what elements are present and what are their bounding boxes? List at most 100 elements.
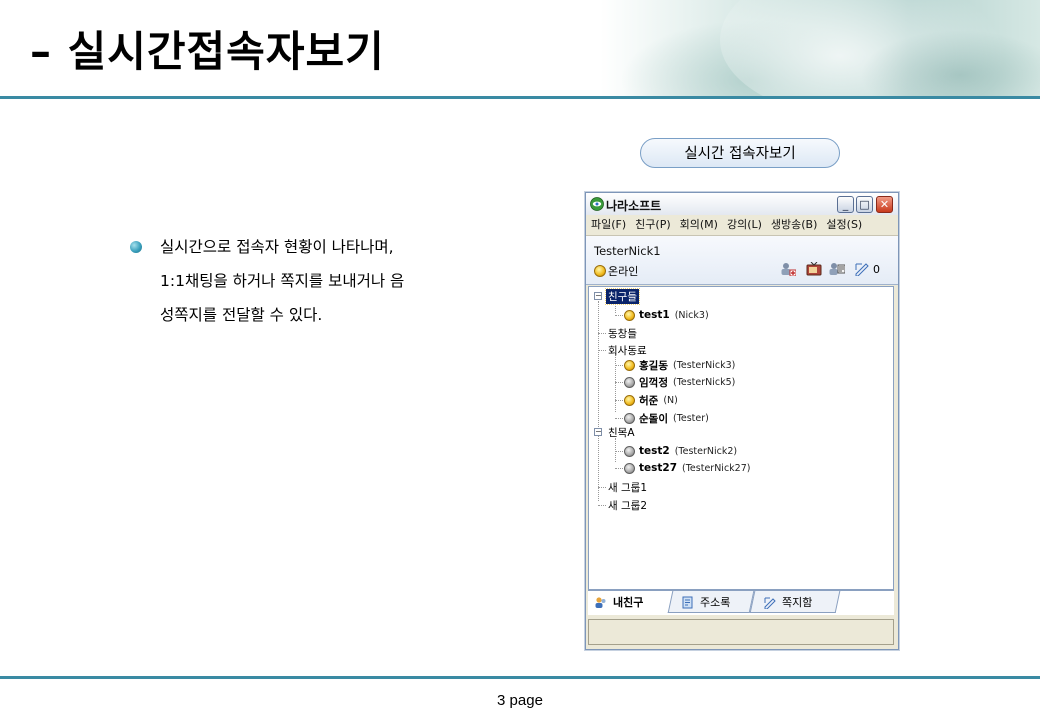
tree-line [615,304,616,313]
group-expander[interactable]: − [594,292,602,300]
friend-nick: (Nick3) [674,309,709,321]
memo-icon[interactable] [854,262,870,276]
menu-broadcast[interactable]: 생방송(B) [766,215,822,235]
minimize-icon: _ [842,198,849,211]
group-new-2[interactable]: 새 그룹2 [608,498,647,512]
group-label: 친구들 [605,287,640,305]
maximize-icon: □ [859,198,870,211]
friend-item[interactable]: test27 (TesterNick27) [624,461,750,475]
friend-tree: − 친구들 test1 (Nick3) 동창들 회사동료 홍길동 (Tester… [588,286,894,590]
group-label: 친목A [608,426,635,439]
friend-name: test27 [639,462,678,474]
tree-line [615,451,623,452]
menu-settings[interactable]: 설정(S) [821,215,866,235]
online-status-icon [594,265,606,277]
tree-line [598,350,606,351]
tab-memo-box[interactable]: 쪽지함 [749,591,841,613]
group-coworkers[interactable]: 회사동료 [608,343,647,357]
bullet-icon [130,241,142,253]
messenger-window: 나라소프트 _ □ ✕ 파일(F) 친구(P) 회의(M) 강의(L) 생방송(… [585,192,899,650]
screenshot-caption: 실시간 접속자보기 [640,138,840,168]
friend-item[interactable]: 홍길동 (TesterNick3) [624,358,735,372]
status-selector[interactable]: 온라인 [594,263,638,279]
friend-nick: (TesterNick2) [674,445,738,457]
header-decoration-image [600,0,1040,96]
description-line-1: 실시간으로 접속자 현황이 나타나며, [160,238,394,256]
status-bar [588,619,894,645]
memo-count: 0 [873,263,880,276]
group-label: 동창들 [608,327,637,340]
tree-line [598,487,606,488]
header-divider [0,96,1040,99]
menu-file[interactable]: 파일(F) [586,215,630,235]
friend-nick: (TesterNick3) [672,359,736,371]
offline-face-icon [624,462,635,474]
menu-bar: 파일(F) 친구(P) 회의(M) 강의(L) 생방송(B) 설정(S) [586,215,898,236]
user-profile-panel: TesterNick1 온라인 0 [586,236,898,285]
friend-nick: (N) [663,394,678,406]
group-label: 새 그룹1 [608,481,647,494]
tree-line [598,505,606,506]
description-line-2: 1:1채팅을 하거나 쪽지를 보내거나 음 [160,272,405,290]
friend-name: test1 [639,309,670,321]
menu-meeting[interactable]: 회의(M) [675,215,722,235]
friends-icon [595,596,606,608]
friend-name: 홍길동 [639,359,668,372]
group-label: 새 그룹2 [608,499,647,512]
page-number: 3 page [497,692,543,709]
minimize-button[interactable]: _ [837,196,854,213]
friend-item[interactable]: 임꺽정 (TesterNick5) [624,375,735,389]
tree-line [615,315,623,316]
footer-divider [0,676,1040,679]
tree-line [615,382,623,383]
friend-item[interactable]: 허준 (N) [624,393,678,407]
tab-label: 쪽지함 [782,595,813,609]
tree-line [598,301,599,501]
close-button[interactable]: ✕ [876,196,893,213]
offline-face-icon [624,412,635,424]
tab-label: 내친구 [613,596,644,609]
group-classmates[interactable]: 동창들 [608,326,637,340]
tree-line [615,438,616,462]
offline-face-icon [624,376,635,388]
bottom-tabs: 내친구 주소록 쪽지함 [588,590,894,615]
tree-line [615,365,623,366]
tab-my-friends[interactable]: 내친구 [588,591,670,613]
friend-nick: (TesterNick27) [682,462,751,474]
window-title: 나라소프트 [606,199,662,213]
app-logo-icon [590,197,604,211]
tree-line [615,400,623,401]
friend-item[interactable]: test1 (Nick3) [624,308,709,322]
maximize-button[interactable]: □ [856,196,873,213]
friend-name: 순돌이 [639,412,668,425]
group-club-a[interactable]: 친목A [608,425,635,439]
group-new-1[interactable]: 새 그룹1 [608,480,647,494]
group-expander[interactable]: − [594,428,602,436]
friend-item[interactable]: 순돌이 (Tester) [624,411,709,425]
tree-line [615,468,623,469]
offline-face-icon [624,445,635,457]
memo-box-icon [764,596,776,608]
group-friends[interactable]: 친구들 [605,287,640,305]
status-label: 온라인 [608,265,639,278]
friend-item[interactable]: test2 (TesterNick2) [624,444,737,458]
address-book-icon [682,595,693,608]
online-face-icon [624,309,635,321]
friend-nick: (TesterNick5) [672,376,736,388]
tab-address-book[interactable]: 주소록 [667,591,755,613]
friend-nick: (Tester) [672,412,709,424]
group-label: 회사동료 [608,344,647,357]
user-name: TesterNick1 [594,244,661,258]
add-friend-icon[interactable] [780,262,796,276]
page-title: – 실시간접속자보기 [30,27,385,76]
online-face-icon [624,359,635,371]
window-titlebar[interactable]: 나라소프트 _ □ ✕ [586,193,898,215]
tv-icon[interactable] [806,262,822,276]
video-chat-icon[interactable] [829,262,845,276]
friend-name: 임꺽정 [639,376,668,389]
close-icon: ✕ [879,198,890,211]
menu-friend[interactable]: 친구(P) [630,215,674,235]
tab-label: 주소록 [700,595,731,609]
online-face-icon [624,394,635,406]
menu-lecture[interactable]: 강의(L) [722,215,766,235]
